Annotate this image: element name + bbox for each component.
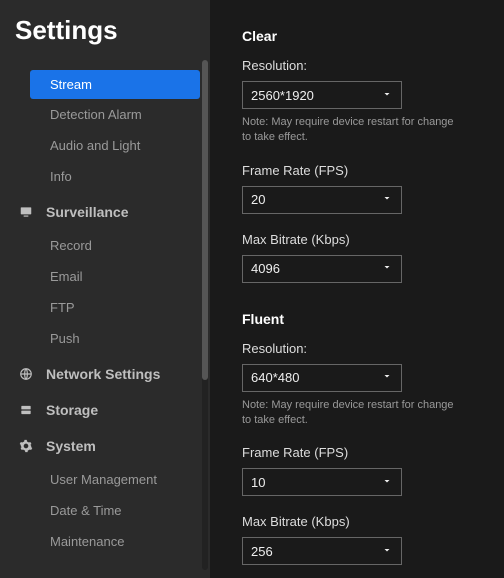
storage-icon — [18, 402, 34, 418]
sidebar-item-user-management[interactable]: User Management — [0, 464, 210, 495]
sidebar-item-label: Date & Time — [50, 503, 122, 518]
sidebar-item-label: Email — [50, 269, 83, 284]
sidebar-item-label: Maintenance — [50, 534, 124, 549]
sidebar-item-stream[interactable]: Stream — [30, 70, 200, 99]
sidebar-header-label: Storage — [46, 402, 98, 418]
sidebar-item-email[interactable]: Email — [0, 261, 210, 292]
sidebar-item-label: FTP — [50, 300, 75, 315]
sidebar-item-label: Push — [50, 331, 80, 346]
bitrate-select[interactable]: 4096 — [242, 255, 402, 283]
sidebar-header-label: System — [46, 438, 96, 454]
field-label: Max Bitrate (Kbps) — [242, 514, 482, 529]
section-title: Clear — [242, 28, 482, 44]
field-label: Frame Rate (FPS) — [242, 163, 482, 178]
stream-section-clear: Clear Resolution: 2560*1920 Note: May re… — [242, 28, 482, 283]
content-pane: Clear Resolution: 2560*1920 Note: May re… — [210, 0, 504, 578]
field-bitrate: Max Bitrate (Kbps) 4096 — [242, 232, 482, 283]
sidebar-group-network: Network Settings — [0, 358, 210, 390]
field-resolution: Resolution: 2560*1920 Note: May require … — [242, 58, 482, 145]
sidebar-group-camera: Stream Detection Alarm Audio and Light I… — [0, 68, 210, 192]
field-label: Frame Rate (FPS) — [242, 445, 482, 460]
gear-icon — [18, 438, 34, 454]
chevron-down-icon — [381, 88, 393, 103]
sidebar-item-push[interactable]: Push — [0, 323, 210, 354]
sidebar-header-surveillance[interactable]: Surveillance — [0, 196, 210, 228]
select-value: 256 — [251, 544, 273, 559]
chevron-down-icon — [381, 261, 393, 276]
chevron-down-icon — [381, 544, 393, 559]
chevron-down-icon — [381, 475, 393, 490]
sidebar-group-storage: Storage — [0, 394, 210, 426]
resolution-select[interactable]: 640*480 — [242, 364, 402, 392]
sidebar-scrollbar-thumb[interactable] — [202, 60, 208, 380]
resolution-select[interactable]: 2560*1920 — [242, 81, 402, 109]
sidebar-group-system: System User Management Date & Time Maint… — [0, 430, 210, 557]
sidebar-header-network[interactable]: Network Settings — [0, 358, 210, 390]
chevron-down-icon — [381, 192, 393, 207]
page-title: Settings — [0, 15, 210, 46]
field-resolution: Resolution: 640*480 Note: May require de… — [242, 341, 482, 428]
select-value: 20 — [251, 192, 265, 207]
select-value: 2560*1920 — [251, 88, 314, 103]
sidebar-scrollbar[interactable] — [202, 60, 208, 570]
sidebar-item-label: User Management — [50, 472, 157, 487]
field-label: Max Bitrate (Kbps) — [242, 232, 482, 247]
sidebar-item-audio-and-light[interactable]: Audio and Light — [0, 130, 210, 161]
field-fps: Frame Rate (FPS) 10 — [242, 445, 482, 496]
sidebar-item-label: Audio and Light — [50, 138, 140, 153]
chevron-down-icon — [381, 370, 393, 385]
sidebar-item-detection-alarm[interactable]: Detection Alarm — [0, 99, 210, 130]
sidebar-item-label: Info — [50, 169, 72, 184]
field-label: Resolution: — [242, 58, 482, 73]
stream-section-fluent: Fluent Resolution: 640*480 Note: May req… — [242, 311, 482, 566]
select-value: 10 — [251, 475, 265, 490]
sidebar: Settings Stream Detection Alarm Audio an… — [0, 0, 210, 578]
sidebar-item-ftp[interactable]: FTP — [0, 292, 210, 323]
sidebar-item-label: Record — [50, 238, 92, 253]
section-title: Fluent — [242, 311, 482, 327]
field-label: Resolution: — [242, 341, 482, 356]
sidebar-item-label: Detection Alarm — [50, 107, 142, 122]
sidebar-header-label: Network Settings — [46, 366, 160, 382]
field-note: Note: May require device restart for cha… — [242, 398, 457, 428]
sidebar-item-info[interactable]: Info — [0, 161, 210, 192]
select-value: 4096 — [251, 261, 280, 276]
sidebar-item-record[interactable]: Record — [0, 230, 210, 261]
sidebar-header-system[interactable]: System — [0, 430, 210, 462]
field-note: Note: May require device restart for cha… — [242, 115, 457, 145]
select-value: 640*480 — [251, 370, 299, 385]
sidebar-item-label: Stream — [50, 77, 92, 92]
bitrate-select[interactable]: 256 — [242, 537, 402, 565]
sidebar-item-maintenance[interactable]: Maintenance — [0, 526, 210, 557]
fps-select[interactable]: 20 — [242, 186, 402, 214]
monitor-icon — [18, 204, 34, 220]
field-bitrate: Max Bitrate (Kbps) 256 — [242, 514, 482, 565]
sidebar-item-date-time[interactable]: Date & Time — [0, 495, 210, 526]
field-fps: Frame Rate (FPS) 20 — [242, 163, 482, 214]
fps-select[interactable]: 10 — [242, 468, 402, 496]
sidebar-header-storage[interactable]: Storage — [0, 394, 210, 426]
sidebar-header-label: Surveillance — [46, 204, 129, 220]
sidebar-group-surveillance: Surveillance Record Email FTP Push — [0, 196, 210, 354]
globe-icon — [18, 366, 34, 382]
